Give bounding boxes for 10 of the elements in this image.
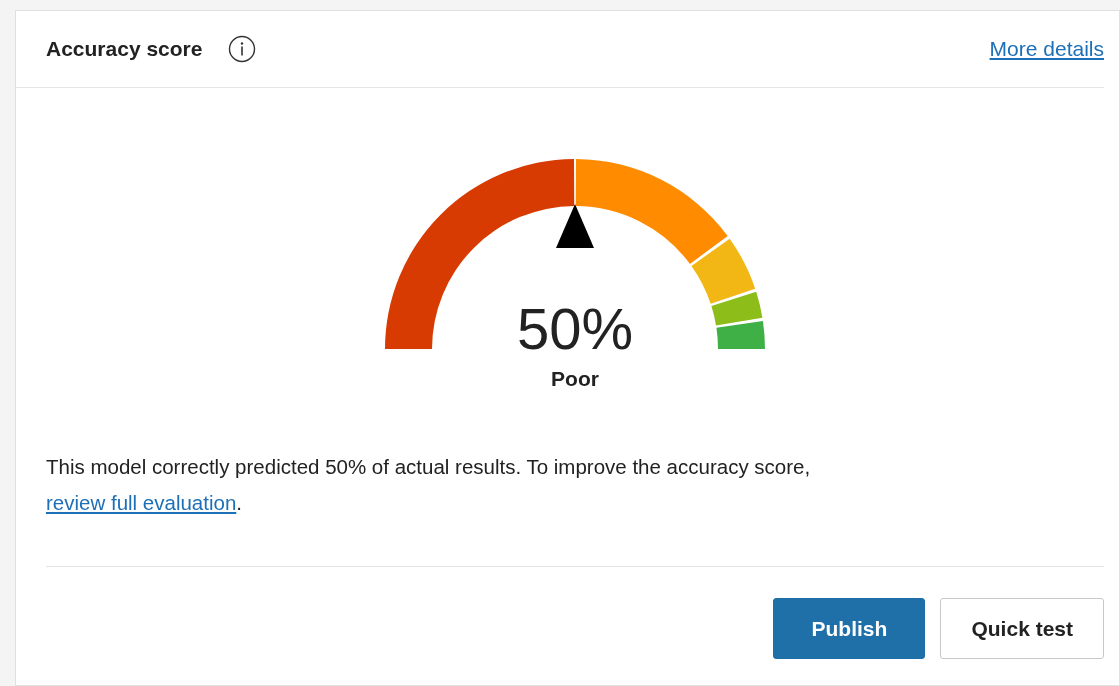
review-evaluation-link[interactable]: review full evaluation (46, 491, 237, 514)
score-rating: Poor (551, 367, 599, 390)
quick-test-button[interactable]: Quick test (940, 598, 1104, 659)
more-details-link[interactable]: More details (989, 37, 1104, 61)
gauge-segment (716, 320, 765, 349)
description-text: This model correctly predicted 50% of actual results. To improve the accuracy score, review full evaluation. (46, 454, 812, 516)
card-title: Accuracy score (46, 37, 203, 61)
score-value: 50% (516, 296, 634, 361)
info-icon[interactable] (228, 35, 257, 63)
publish-button[interactable]: Publish (773, 598, 926, 659)
